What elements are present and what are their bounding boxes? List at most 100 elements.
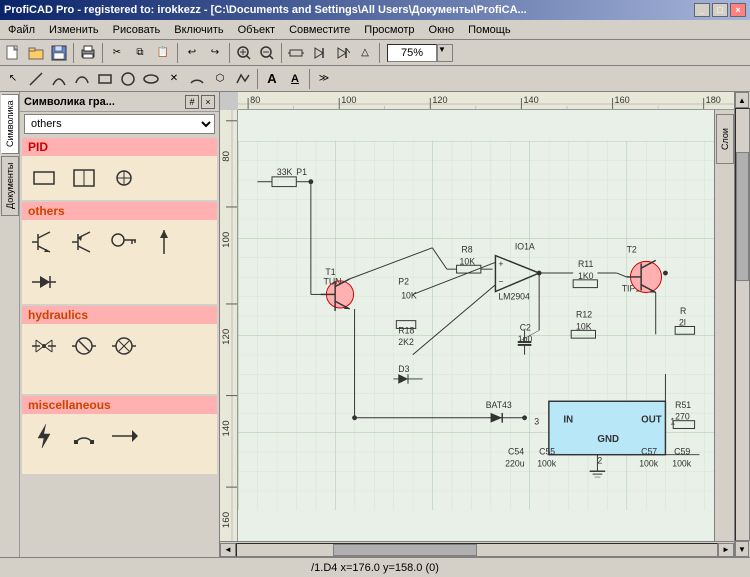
hscroll-right-button[interactable]: ►: [718, 543, 734, 557]
text-tool[interactable]: A: [261, 68, 283, 90]
hydraulics-category-header[interactable]: hydraulics: [22, 306, 217, 324]
panel-pin-button[interactable]: #: [185, 95, 199, 109]
symbols-tab[interactable]: Символика: [1, 94, 19, 154]
menu-help[interactable]: Помощь: [462, 23, 517, 37]
menu-combine[interactable]: Совместите: [283, 23, 356, 37]
cross-tool[interactable]: ✕: [163, 68, 185, 90]
copy-button[interactable]: ⧉: [129, 42, 151, 64]
ruler-top: 80 100 120 140 160 180: [238, 92, 734, 110]
minimize-button[interactable]: _: [694, 3, 710, 17]
svg-text:LM2904: LM2904: [498, 291, 530, 301]
open-button[interactable]: [25, 42, 47, 64]
text2-tool[interactable]: A: [284, 68, 306, 90]
symbol-arrow-right[interactable]: [106, 418, 142, 454]
toolbar-sep4: [229, 43, 230, 63]
vscroll-down-button[interactable]: ▼: [735, 541, 749, 557]
svg-text:C59: C59: [674, 447, 690, 457]
drawing-canvas[interactable]: 33K P1 T1 TUN: [238, 110, 714, 541]
svg-text:TUN: TUN: [323, 277, 341, 287]
symbol-pid-2[interactable]: [66, 160, 102, 196]
circle-tool[interactable]: [117, 68, 139, 90]
symbol-lightning[interactable]: [26, 418, 62, 454]
symbol-arrow-up[interactable]: [146, 224, 182, 260]
horizontal-scrollbar[interactable]: ◄ ►: [220, 541, 734, 557]
symbol-pid-1[interactable]: [26, 160, 62, 196]
menu-file[interactable]: Файл: [2, 23, 41, 37]
hscroll-track[interactable]: [236, 543, 718, 557]
component-btn1[interactable]: [285, 42, 307, 64]
save-button[interactable]: [48, 42, 70, 64]
vscroll-track[interactable]: [735, 108, 750, 541]
line-tool[interactable]: [25, 68, 47, 90]
others-category: others: [22, 202, 217, 304]
svg-text:100k: 100k: [672, 458, 692, 468]
menu-window[interactable]: Окно: [423, 23, 461, 37]
zoom-area-button[interactable]: [233, 42, 255, 64]
layers-tab[interactable]: Слои: [716, 114, 734, 164]
component-btn2[interactable]: [308, 42, 330, 64]
vscroll-up-button[interactable]: ▲: [735, 92, 749, 108]
polygon-tool[interactable]: ⬡: [209, 68, 231, 90]
canvas-area: 80 100 120 140 160 180: [220, 92, 734, 557]
hscroll-left-button[interactable]: ◄: [220, 543, 236, 557]
vertical-scrollbar[interactable]: ▲ ▼: [734, 92, 750, 557]
expand-btn[interactable]: ≫: [313, 68, 335, 90]
side-tabs: Символика Документы: [0, 92, 20, 557]
symbol-pid-3[interactable]: [106, 160, 142, 196]
menu-object[interactable]: Объект: [232, 23, 281, 37]
ellipse-tool[interactable]: [140, 68, 162, 90]
cut-button[interactable]: ✂: [106, 42, 128, 64]
zoom-fit-button[interactable]: [256, 42, 278, 64]
arc-tool[interactable]: [186, 68, 208, 90]
component-btn3[interactable]: [331, 42, 353, 64]
new-button[interactable]: [2, 42, 24, 64]
panel-close-button[interactable]: ×: [201, 95, 215, 109]
zoom-down-button[interactable]: ▼: [437, 44, 453, 62]
svg-text:R12: R12: [576, 310, 592, 320]
svg-text:2K2: 2K2: [398, 337, 414, 347]
svg-text:160: 160: [615, 95, 630, 105]
undo-button[interactable]: ↩: [181, 42, 203, 64]
zoom-input[interactable]: [387, 44, 437, 62]
svg-text:80: 80: [250, 95, 260, 105]
symbol-panel-header: Символика гра... # ×: [20, 92, 219, 112]
component-btn4[interactable]: △: [354, 42, 376, 64]
documents-tab-label: Документы: [5, 163, 15, 209]
category-select[interactable]: others PID hydraulics miscellaneous: [24, 114, 215, 134]
hscroll-thumb[interactable]: [333, 544, 477, 556]
curve-tool[interactable]: [48, 68, 70, 90]
close-button[interactable]: ×: [730, 3, 746, 17]
menu-view[interactable]: Просмотр: [358, 23, 420, 37]
pid-category-header[interactable]: PID: [22, 138, 217, 156]
svg-text:IO1A: IO1A: [515, 242, 535, 252]
maximize-button[interactable]: □: [712, 3, 728, 17]
misc-category-header[interactable]: miscellaneous: [22, 396, 217, 414]
symbol-valve2[interactable]: [66, 328, 102, 364]
statusbar: /1.D4 x=176.0 y=158.0 (0): [0, 557, 750, 577]
redo-button[interactable]: ↪: [204, 42, 226, 64]
symbol-halfcircle[interactable]: [66, 418, 102, 454]
symbol-valve1[interactable]: [26, 328, 62, 364]
svg-text:IN: IN: [563, 415, 573, 426]
print-button[interactable]: [77, 42, 99, 64]
vscroll-thumb[interactable]: [736, 152, 749, 281]
bezier-tool[interactable]: [71, 68, 93, 90]
symbol-key[interactable]: [106, 224, 142, 260]
menu-draw[interactable]: Рисовать: [107, 23, 167, 37]
select-tool[interactable]: ↖: [2, 68, 24, 90]
symbol-grid: PID: [20, 136, 219, 557]
menu-include[interactable]: Включить: [168, 23, 229, 37]
symbol-transistor-npn[interactable]: [26, 224, 62, 260]
polyline-tool[interactable]: [232, 68, 254, 90]
svg-text:T2: T2: [627, 245, 637, 255]
symbol-transistor-pnp[interactable]: [66, 224, 102, 260]
zoom-control: ▼: [387, 44, 453, 62]
others-category-header[interactable]: others: [22, 202, 217, 220]
symbol-lamp[interactable]: [106, 328, 142, 364]
documents-tab[interactable]: Документы: [1, 156, 19, 216]
symbol-diode[interactable]: [26, 264, 62, 300]
paste-button[interactable]: 📋: [152, 42, 174, 64]
others-label: others: [28, 204, 65, 218]
rect-tool[interactable]: [94, 68, 116, 90]
menu-edit[interactable]: Изменить: [43, 23, 105, 37]
